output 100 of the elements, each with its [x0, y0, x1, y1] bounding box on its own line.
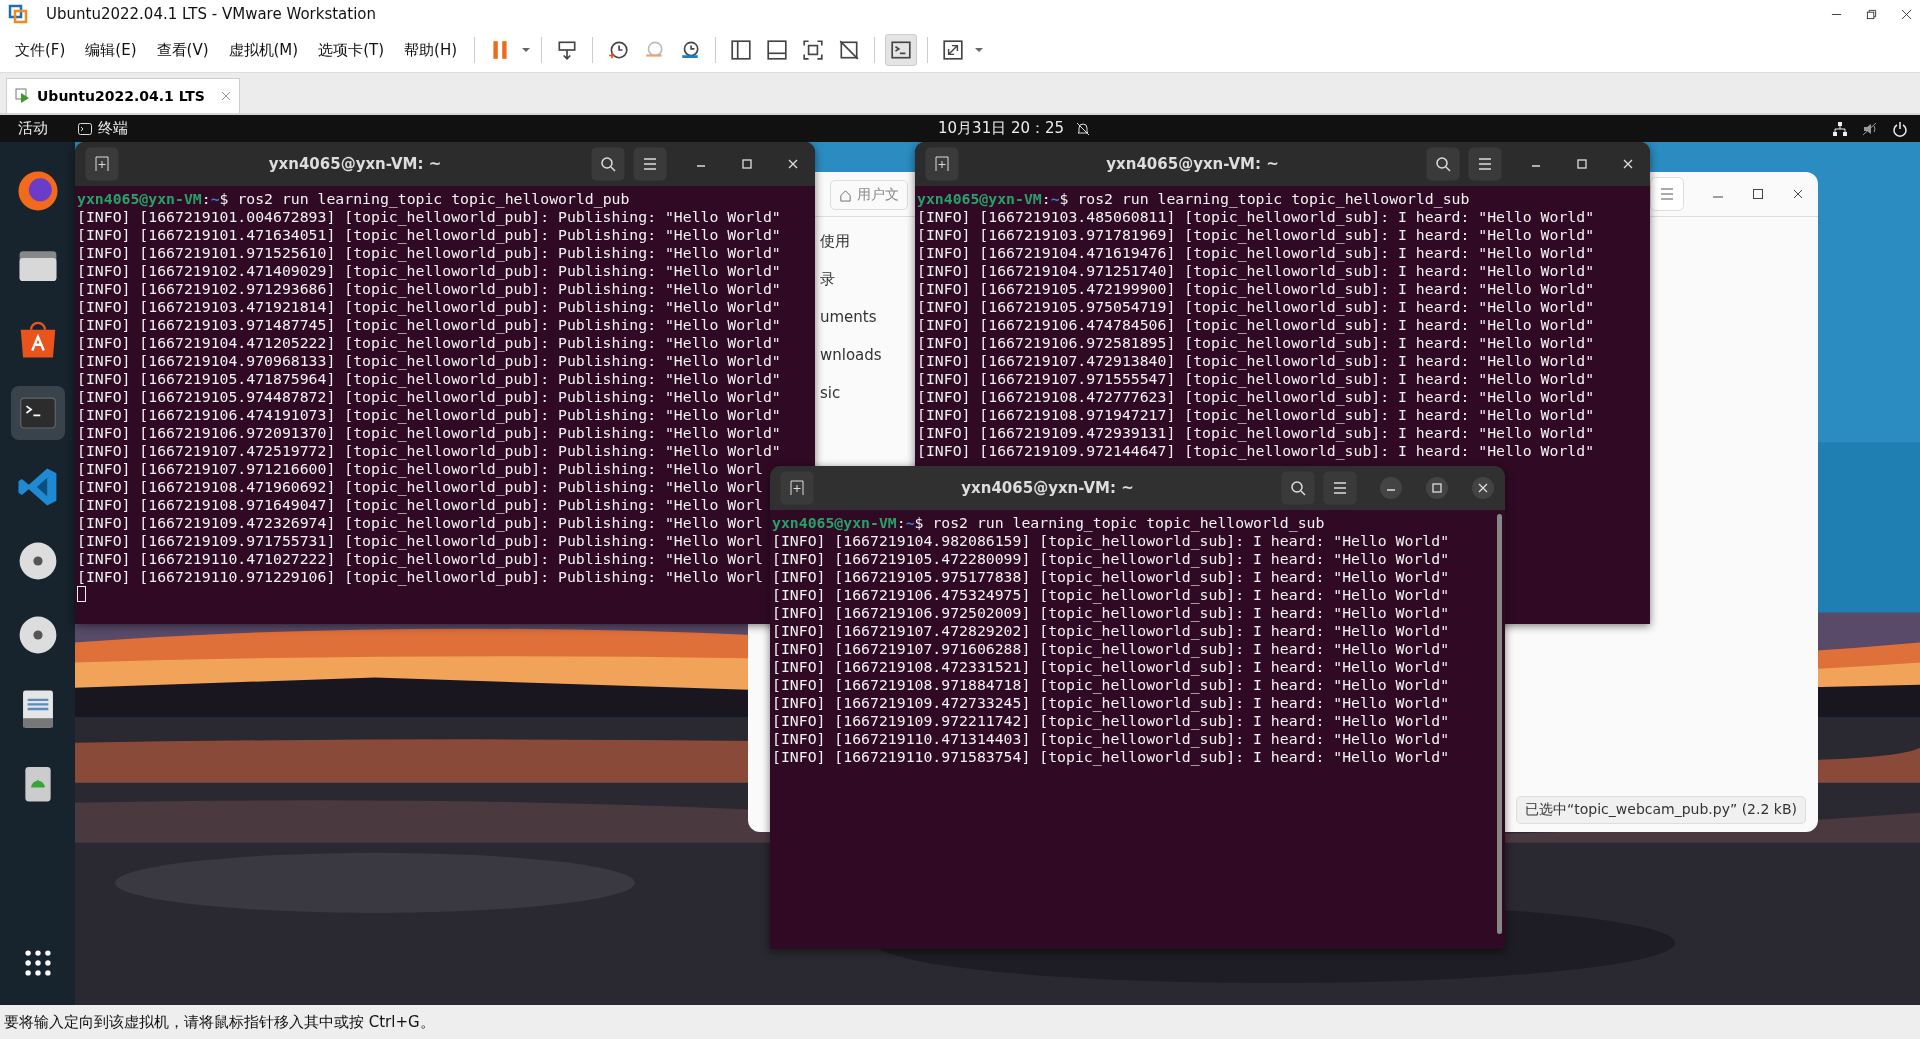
- menu-icon[interactable]: [1323, 471, 1357, 505]
- status-message: 要将输入定向到该虚拟机，请将鼠标指针移入其中或按 Ctrl+G。: [4, 1012, 435, 1032]
- log-line: [INFO] [1667219110.471314403] [topic_helloworld_sub]: I heard: "Hello World": [772, 730, 1450, 748]
- log-line: [INFO] [1667219101.004672893] [topic_helloworld_pub]: Publishing: "Hello World": [77, 208, 781, 226]
- menu-item[interactable]: 帮助(H): [397, 40, 464, 60]
- command-line: yxn4065@yxn-VM:~$ ros2 run learning_topic topic_helloworld_pub: [77, 190, 630, 208]
- log-line: [INFO] [1667219105.975054719] [topic_helloworld_sub]: I heard: "Hello World": [917, 298, 1595, 316]
- command-line: yxn4065@yxn-VM:~$ ros2 run learning_topic topic_helloworld_sub: [772, 514, 1325, 532]
- log-line: [INFO] [1667219107.971606288] [topic_helloworld_sub]: I heard: "Hello World": [772, 640, 1450, 658]
- menu-item[interactable]: 查看(V): [149, 40, 216, 60]
- window-title: Ubuntu2022.04.1 LTS - VMware Workstation: [46, 5, 377, 23]
- search-icon[interactable]: [1281, 471, 1315, 505]
- tab-label: Ubuntu2022.04.1 LTS: [37, 88, 205, 104]
- log-line: [INFO] [1667219109.472733245] [topic_helloworld_sub]: I heard: "Hello World": [772, 694, 1450, 712]
- menu-item[interactable]: 编辑(E): [78, 40, 144, 60]
- log-line: [INFO] [1667219108.971649047] [topic_helloworld_pub]: Publishing: "Hello Worl: [77, 496, 763, 514]
- caret-icon[interactable]: [521, 45, 531, 55]
- log-line: [INFO] [1667219107.472913840] [topic_helloworld_sub]: I heard: "Hello World": [917, 352, 1595, 370]
- log-line: [INFO] [1667219106.475324975] [topic_helloworld_sub]: I heard: "Hello World": [772, 586, 1450, 604]
- log-line: [INFO] [1667219104.982086159] [topic_helloworld_sub]: I heard: "Hello World": [772, 532, 1450, 550]
- log-line: [INFO] [1667219104.471205222] [topic_helloworld_pub]: Publishing: "Hello World": [77, 334, 781, 352]
- menu-icon[interactable]: [633, 147, 667, 181]
- log-line: [INFO] [1667219107.971555547] [topic_helloworld_sub]: I heard: "Hello World": [917, 370, 1595, 388]
- new-tab-icon[interactable]: [85, 147, 119, 181]
- log-line: [INFO] [1667219104.970968133] [topic_helloworld_pub]: Publishing: "Hello World": [77, 352, 781, 370]
- sidebar-item[interactable]: 使用: [820, 232, 850, 252]
- log-line: [INFO] [1667219102.471409029] [topic_helloworld_pub]: Publishing: "Hello World": [77, 262, 781, 280]
- log-line: [INFO] [1667219105.472280099] [topic_helloworld_sub]: I heard: "Hello World": [772, 550, 1450, 568]
- sidebar-item[interactable]: 录: [820, 270, 835, 290]
- log-line: [INFO] [1667219106.972581895] [topic_helloworld_sub]: I heard: "Hello World": [917, 334, 1595, 352]
- log-line: [INFO] [1667219108.971884718] [topic_helloworld_sub]: I heard: "Hello World": [772, 676, 1450, 694]
- speaker-muted-icon[interactable]: [1862, 120, 1878, 137]
- selection-status: 已选中“topic_webcam_pub.py” (2.2 kB): [1516, 796, 1806, 824]
- maximize-icon[interactable]: [1425, 476, 1449, 500]
- close-icon[interactable]: [1471, 476, 1495, 500]
- log-line: [INFO] [1667219108.472331521] [topic_helloworld_sub]: I heard: "Hello World": [772, 658, 1450, 676]
- terminal-title: yxn4065@yxn-VM: ~: [1105, 155, 1280, 173]
- log-line: [INFO] [1667219107.971216600] [topic_helloworld_pub]: Publishing: "Hello Worl: [77, 460, 763, 478]
- log-line: [INFO] [1667219109.472939131] [topic_helloworld_sub]: I heard: "Hello World": [917, 424, 1595, 442]
- log-line: [INFO] [1667219109.972144647] [topic_helloworld_sub]: I heard: "Hello World": [917, 442, 1595, 460]
- menu-item[interactable]: 选项卡(T): [311, 40, 392, 60]
- log-line: [INFO] [1667219107.472829202] [topic_helloworld_sub]: I heard: "Hello World": [772, 622, 1450, 640]
- path-button[interactable]: 用户文: [830, 180, 908, 210]
- sidebar-item[interactable]: sic: [820, 384, 841, 404]
- log-line: [INFO] [1667219106.972502009] [topic_helloworld_sub]: I heard: "Hello World": [772, 604, 1450, 622]
- close-icon[interactable]: [1792, 188, 1804, 200]
- log-line: [INFO] [1667219104.471619476] [topic_helloworld_sub]: I heard: "Hello World": [917, 244, 1595, 262]
- log-line: [INFO] [1667219101.471634051] [topic_helloworld_pub]: Publishing: "Hello World": [77, 226, 781, 244]
- caret-icon[interactable]: [974, 45, 984, 55]
- log-line: [INFO] [1667219109.971755731] [topic_helloworld_pub]: Publishing: "Hello Worl: [77, 532, 763, 550]
- menu-item[interactable]: 虚拟机(M): [221, 40, 306, 60]
- log-line: [INFO] [1667219110.971583754] [topic_helloworld_sub]: I heard: "Hello World": [772, 748, 1450, 766]
- menu-item[interactable]: 文件(F): [8, 40, 73, 60]
- search-icon[interactable]: [591, 147, 625, 181]
- search-icon[interactable]: [1426, 147, 1460, 181]
- log-line: [INFO] [1667219101.971525610] [topic_helloworld_pub]: Publishing: "Hello World": [77, 244, 781, 262]
- vm-tab[interactable]: Ubuntu2022.04.1 LTS: [6, 78, 240, 113]
- log-line: [INFO] [1667219105.975177838] [topic_helloworld_sub]: I heard: "Hello World": [772, 568, 1450, 586]
- maximize-icon[interactable]: [1752, 188, 1764, 200]
- menu-icon[interactable]: [1468, 147, 1502, 181]
- log-line: [INFO] [1667219108.471960692] [topic_helloworld_pub]: Publishing: "Hello Worl: [77, 478, 763, 496]
- terminal-icon: [78, 122, 92, 135]
- log-line: [INFO] [1667219105.974487872] [topic_helloworld_pub]: Publishing: "Hello World": [77, 388, 781, 406]
- terminal-title: yxn4065@yxn-VM: ~: [267, 155, 443, 173]
- log-line: [INFO] [1667219108.971947217] [topic_helloworld_sub]: I heard: "Hello World": [917, 406, 1595, 424]
- activities-button[interactable]: 活动: [0, 119, 66, 138]
- log-line: [INFO] [1667219103.971781969] [topic_helloworld_sub]: I heard: "Hello World": [917, 226, 1595, 244]
- log-line: [INFO] [1667219110.971229106] [topic_helloworld_pub]: Publishing: "Hello Worl: [77, 568, 763, 586]
- vm-play-icon: [15, 88, 31, 104]
- log-line: [INFO] [1667219102.971293686] [topic_helloworld_pub]: Publishing: "Hello World": [77, 280, 781, 298]
- log-line: [INFO] [1667219103.971487745] [topic_helloworld_pub]: Publishing: "Hello World": [77, 316, 781, 334]
- sidebar-item[interactable]: uments: [820, 308, 877, 328]
- bell-off-icon: [1076, 121, 1091, 136]
- log-line: [INFO] [1667219103.485060811] [topic_helloworld_sub]: I heard: "Hello World": [917, 208, 1595, 226]
- log-line: [INFO] [1667219110.471027222] [topic_helloworld_pub]: Publishing: "Hello Worl: [77, 550, 763, 568]
- log-line: [INFO] [1667219106.474191073] [topic_helloworld_pub]: Publishing: "Hello World": [77, 406, 781, 424]
- network-icon[interactable]: [1832, 120, 1848, 137]
- restore-icon[interactable]: [1866, 8, 1877, 20]
- log-line: [INFO] [1667219105.471875964] [topic_helloworld_pub]: Publishing: "Hello World": [77, 370, 781, 388]
- log-line: [INFO] [1667219106.474784506] [topic_helloworld_sub]: I heard: "Hello World": [917, 316, 1595, 334]
- log-line: [INFO] [1667219103.471921814] [topic_helloworld_pub]: Publishing: "Hello World": [77, 298, 781, 316]
- log-line: [INFO] [1667219106.972091370] [topic_helloworld_pub]: Publishing: "Hello World": [77, 424, 781, 442]
- close-icon[interactable]: [1901, 8, 1912, 20]
- minimize-icon[interactable]: [1379, 476, 1403, 500]
- terminal-icon[interactable]: [10, 386, 65, 440]
- home-icon: [839, 188, 852, 202]
- scrollbar[interactable]: [1497, 514, 1502, 934]
- app-menu[interactable]: 终端: [98, 119, 128, 138]
- power-icon[interactable]: [1892, 120, 1908, 137]
- new-tab-icon[interactable]: [780, 471, 814, 505]
- new-tab-icon[interactable]: [925, 147, 959, 181]
- clock[interactable]: 10月31日 20：25: [938, 119, 1065, 138]
- log-line: [INFO] [1667219107.472519772] [topic_helloworld_pub]: Publishing: "Hello World": [77, 442, 781, 460]
- log-line: [INFO] [1667219109.972211742] [topic_helloworld_sub]: I heard: "Hello World": [772, 712, 1450, 730]
- terminal-title: yxn4065@yxn-VM: ~: [960, 479, 1135, 497]
- log-line: [INFO] [1667219104.971251740] [topic_helloworld_sub]: I heard: "Hello World": [917, 262, 1595, 280]
- log-line: [INFO] [1667219105.472199900] [topic_helloworld_sub]: I heard: "Hello World": [917, 280, 1595, 298]
- console-icon[interactable]: [885, 34, 917, 66]
- sidebar-item[interactable]: wnloads: [820, 346, 882, 366]
- app-logo-icon: [8, 4, 28, 24]
